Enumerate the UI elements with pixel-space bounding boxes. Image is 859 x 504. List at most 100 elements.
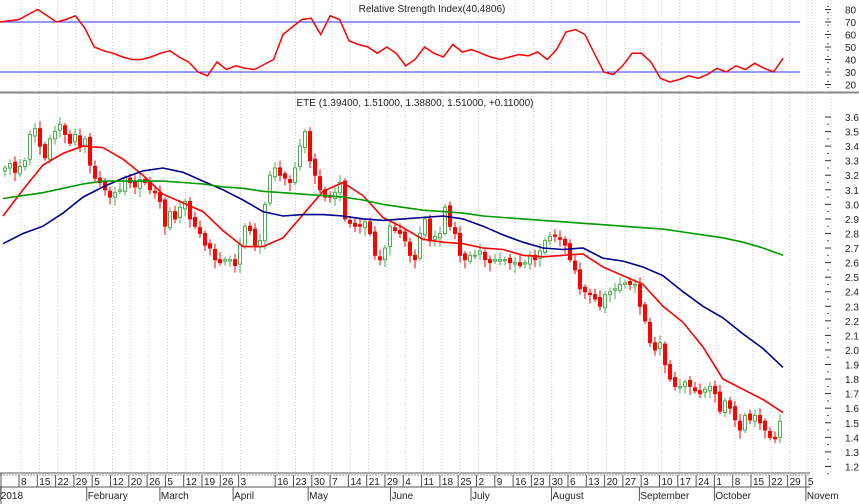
candle-body <box>13 161 17 173</box>
candle-body <box>543 240 547 253</box>
candle <box>193 211 197 230</box>
rsi-tick-label: 60 <box>845 31 857 42</box>
candle-body <box>723 400 727 414</box>
candle <box>308 127 312 168</box>
candle-body <box>58 123 62 131</box>
candle <box>468 250 472 265</box>
candle <box>43 141 47 161</box>
candle <box>403 229 407 247</box>
candle <box>573 255 577 275</box>
candle-body <box>68 133 72 144</box>
week-label: 10 <box>662 477 674 488</box>
candle <box>233 253 237 273</box>
candle-body <box>53 131 57 140</box>
candle <box>303 128 307 154</box>
price-tick-label: 1.4 <box>845 433 859 444</box>
candle-body <box>553 234 557 237</box>
candle-body <box>473 254 477 257</box>
week-label: 8 <box>21 477 27 488</box>
price-tick-label: 2.1 <box>845 331 859 342</box>
candle-body <box>118 189 122 192</box>
candle-body <box>398 230 402 234</box>
candle <box>603 291 607 314</box>
candle-body <box>658 342 662 350</box>
month-label: February <box>88 491 128 502</box>
rsi-tick-label: 70 <box>845 18 857 29</box>
candle-body <box>48 138 52 160</box>
candle <box>58 117 62 138</box>
week-label: 5 <box>94 477 100 488</box>
price-tick-label: 3.2 <box>845 171 859 182</box>
candle-body <box>163 199 167 227</box>
week-label: 20 <box>607 477 619 488</box>
candle-body <box>268 174 272 204</box>
candle-body <box>343 180 347 220</box>
week-label: 7 <box>332 477 338 488</box>
candle-body <box>408 241 412 256</box>
candle-body <box>23 160 27 168</box>
candle-body <box>668 364 672 380</box>
candle <box>53 125 57 145</box>
candle <box>528 250 532 270</box>
candle-body <box>653 342 657 351</box>
candle-body <box>743 414 747 431</box>
price-tick-label: 1.7 <box>845 390 859 401</box>
candle <box>658 335 662 356</box>
month-label: May <box>309 491 328 502</box>
candle <box>108 186 112 205</box>
candle-body <box>493 259 497 262</box>
candle <box>543 237 547 256</box>
candle-body <box>198 227 202 234</box>
week-label: 5 <box>808 477 814 488</box>
candle-body <box>593 294 597 300</box>
candle <box>563 236 567 254</box>
candle <box>328 191 332 203</box>
candle <box>758 408 762 431</box>
candle-body <box>548 235 552 242</box>
price-tick-label: 2.5 <box>845 273 859 284</box>
candle-body <box>113 192 117 198</box>
week-label: 22 <box>58 477 70 488</box>
candle-body <box>153 190 157 194</box>
candle <box>383 245 387 267</box>
candle-body <box>303 131 307 149</box>
candle <box>23 157 27 171</box>
candle <box>668 360 672 382</box>
month-label: October <box>715 491 751 502</box>
candle-body <box>123 177 127 192</box>
candle-body <box>768 430 772 438</box>
candle-body <box>38 128 42 147</box>
candle <box>673 371 677 391</box>
candle <box>113 186 117 206</box>
candle-body <box>93 166 97 179</box>
week-label: 29 <box>76 477 88 488</box>
candle-body <box>353 222 357 227</box>
price-title: ETE (1.39400, 1.51000, 1.38800, 1.51000,… <box>297 98 534 109</box>
price-tick-label: 1.2 <box>845 462 859 473</box>
candle-body <box>753 414 757 422</box>
candle-body <box>278 167 282 176</box>
week-label: 23 <box>533 477 545 488</box>
candle <box>623 280 627 289</box>
candle-body <box>368 221 372 234</box>
candle-body <box>698 390 702 395</box>
candle <box>118 182 122 195</box>
candle-body <box>618 283 622 291</box>
candle <box>588 288 592 304</box>
price-tick-label: 2.2 <box>845 317 859 328</box>
candle-body <box>728 400 732 409</box>
week-label: 25 <box>460 477 472 488</box>
candle-body <box>718 391 722 412</box>
candle <box>178 199 182 224</box>
candle-body <box>708 385 712 392</box>
candle-body <box>738 420 742 431</box>
candle-body <box>233 259 237 267</box>
candle-body <box>688 380 692 387</box>
candle <box>373 226 377 260</box>
candle <box>748 409 752 425</box>
candle <box>313 153 317 184</box>
week-label: 1 <box>716 477 722 488</box>
candle <box>93 160 97 182</box>
candle-body <box>508 257 512 264</box>
price-tick-label: 3.4 <box>845 142 859 153</box>
